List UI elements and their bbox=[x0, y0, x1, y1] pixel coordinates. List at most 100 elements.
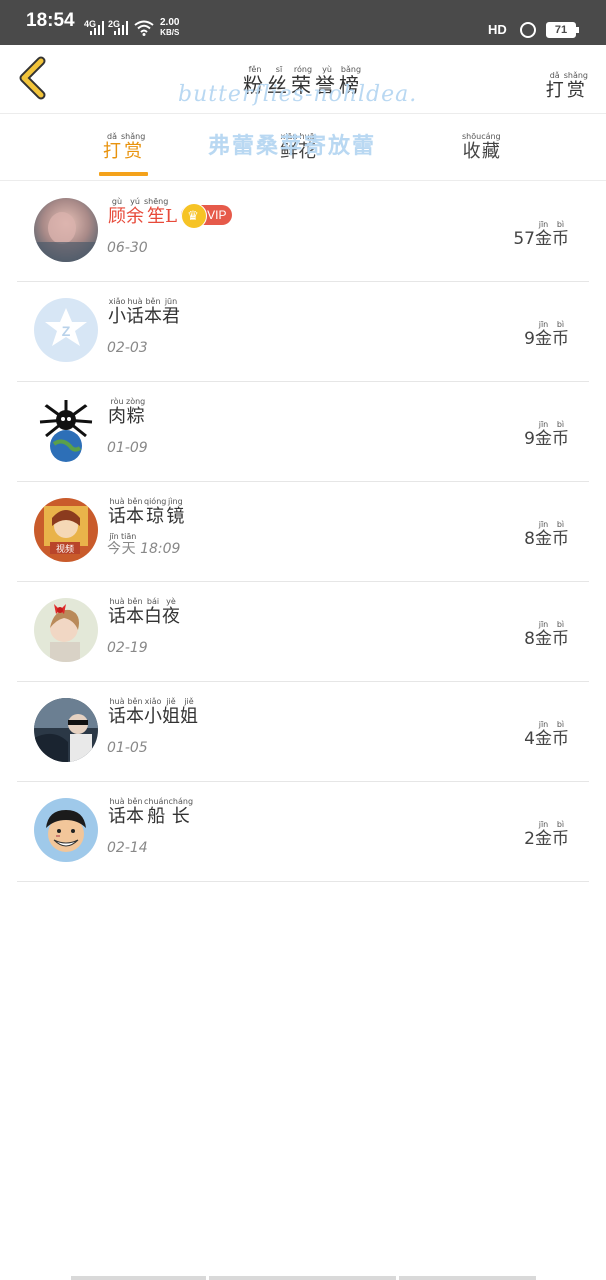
hanzi: 话 bbox=[108, 806, 126, 827]
coin-count: 8 bbox=[524, 529, 535, 549]
pinyin: jūn bbox=[162, 297, 180, 306]
nav-hint-left bbox=[71, 1276, 206, 1280]
ruby-char: 藏cáng bbox=[481, 132, 500, 162]
hanzi: 本 bbox=[126, 806, 144, 827]
hanzi: 收 bbox=[462, 141, 482, 162]
pinyin: bì bbox=[552, 320, 569, 329]
coin-amount: 9金jīn币bì bbox=[524, 320, 569, 349]
hanzi: 币 bbox=[552, 629, 569, 649]
fan-name: 话huà本běn船chuán长cháng bbox=[108, 797, 193, 828]
ruby-char: 金jīn bbox=[535, 520, 552, 549]
ruby-char: 金jīn bbox=[535, 820, 552, 849]
ruby-char: 话huà bbox=[108, 597, 126, 627]
fan-row[interactable]: Z 小xiǎo话huà本běn君jūn 02-03 9金jīn币bì bbox=[17, 282, 589, 382]
hanzi: 话 bbox=[108, 606, 126, 627]
reward-date: 02-14 bbox=[107, 840, 148, 856]
avatar[interactable] bbox=[34, 798, 98, 862]
hanzi: 姐 bbox=[180, 706, 198, 727]
avatar[interactable] bbox=[34, 698, 98, 762]
ruby-char: 金jīn bbox=[535, 320, 552, 349]
ruby-char: 今jīn bbox=[107, 532, 121, 557]
hanzi: 币 bbox=[552, 429, 569, 449]
pinyin: jīn bbox=[535, 320, 552, 329]
fan-row[interactable]: 视频 话huà本běn琼qióng镜jìng 今jīn天tiān 18:09 8金jī… bbox=[17, 482, 589, 582]
fan-row[interactable]: 话huà本běn小xiǎo姐jiě姐jiě 01-05 4金jīn币bì bbox=[17, 682, 589, 782]
ruby-char: 币bì bbox=[552, 420, 569, 449]
signal-icon-2 bbox=[114, 21, 128, 35]
hd-icon: HD bbox=[488, 22, 507, 37]
pinyin: jiě bbox=[180, 697, 198, 706]
hanzi: 话 bbox=[108, 706, 126, 727]
ruby-char: 余yú bbox=[126, 197, 144, 227]
wifi-icon bbox=[134, 20, 154, 36]
hanzi: 币 bbox=[552, 229, 569, 249]
hanzi: 赏 bbox=[121, 141, 146, 162]
pinyin: fěn bbox=[243, 65, 267, 74]
pinyin: xiǎo bbox=[144, 697, 162, 706]
coin-amount: 4金jīn币bì bbox=[524, 720, 569, 749]
nav-hint-center bbox=[209, 1276, 396, 1280]
tab-favorites[interactable]: 收shōu藏cáng bbox=[462, 132, 501, 163]
hanzi: 金 bbox=[535, 329, 552, 349]
pinyin: jīn bbox=[535, 620, 552, 629]
avatar[interactable]: Z bbox=[34, 298, 98, 362]
pinyin: shōu bbox=[462, 132, 482, 141]
ruby-char: 话huà bbox=[108, 797, 126, 827]
fan-row[interactable]: 肉ròu粽zòng 01-09 9金jīn币bì bbox=[17, 382, 589, 482]
fan-name: 话huà本běn琼qióng镜jìng bbox=[108, 497, 184, 528]
reward-button[interactable]: 打dǎ赏shǎng bbox=[546, 71, 588, 102]
pinyin: bì bbox=[552, 220, 569, 229]
avatar[interactable] bbox=[34, 598, 98, 662]
ruby-char: 打dǎ bbox=[546, 71, 564, 101]
name-char: L bbox=[165, 206, 178, 227]
pinyin: jīn bbox=[535, 720, 552, 729]
pinyin: qióng bbox=[144, 497, 167, 506]
pinyin: cháng bbox=[168, 797, 194, 806]
avatar[interactable]: 视频 bbox=[34, 498, 98, 562]
avatar[interactable] bbox=[34, 198, 98, 262]
pinyin: běn bbox=[126, 697, 144, 706]
hanzi: 金 bbox=[535, 429, 552, 449]
ruby-char: 赏shǎng bbox=[121, 132, 146, 162]
hanzi: 金 bbox=[535, 829, 552, 849]
fan-row[interactable]: 顾gù余yú笙shēngL VIP 06-30 57金jīn币bì bbox=[17, 182, 589, 282]
coin-count: 2 bbox=[524, 829, 535, 849]
pinyin: dǎ bbox=[103, 132, 121, 141]
hanzi: 打 bbox=[103, 141, 121, 162]
hanzi: 小 bbox=[144, 706, 162, 727]
reward-date: 02-03 bbox=[107, 340, 148, 356]
fan-row[interactable]: 话huà本běn白bái夜yè 02-19 8金jīn币bì bbox=[17, 582, 589, 682]
reward-date: 今jīn天tiān 18:09 bbox=[107, 532, 180, 558]
ruby-char: 币bì bbox=[552, 320, 569, 349]
pinyin: jīn bbox=[535, 220, 552, 229]
ruby-char: 话huà bbox=[126, 297, 144, 327]
ruby-char: 笙shēng bbox=[144, 197, 168, 227]
hanzi: 余 bbox=[126, 206, 144, 227]
pinyin: zòng bbox=[126, 397, 146, 406]
pinyin: yú bbox=[126, 197, 144, 206]
pinyin: róng bbox=[291, 65, 315, 74]
coin-amount: 57金jīn币bì bbox=[513, 220, 569, 249]
ruby-char: 金jīn bbox=[535, 620, 552, 649]
rotation-lock-icon bbox=[520, 22, 536, 38]
ruby-char: 君jūn bbox=[162, 297, 180, 327]
vip-label: VIP bbox=[207, 208, 227, 222]
hanzi: 金 bbox=[535, 729, 552, 749]
coin-count: 8 bbox=[524, 629, 535, 649]
ruby-char: 天tiān bbox=[121, 532, 136, 557]
nav-hint-right bbox=[399, 1276, 536, 1280]
ruby-char: 船chuán bbox=[144, 797, 169, 827]
fan-name: 小xiǎo话huà本běn君jūn bbox=[108, 297, 180, 328]
hanzi: 金 bbox=[535, 529, 552, 549]
ruby-char: 肉ròu bbox=[108, 397, 126, 427]
ruby-char: 白bái bbox=[144, 597, 162, 627]
pinyin: jīn bbox=[535, 820, 552, 829]
fan-row[interactable]: 话huà本běn船chuán长cháng 02-14 2金jīn币bì bbox=[17, 782, 589, 882]
tab-reward[interactable]: 打dǎ赏shǎng bbox=[103, 132, 145, 163]
ruby-char: 姐jiě bbox=[180, 697, 198, 727]
ruby-char: 话huà bbox=[108, 697, 126, 727]
avatar[interactable] bbox=[34, 398, 98, 462]
hanzi: 本 bbox=[126, 506, 144, 527]
ruby-char: 币bì bbox=[552, 620, 569, 649]
coin-count: 9 bbox=[524, 429, 535, 449]
